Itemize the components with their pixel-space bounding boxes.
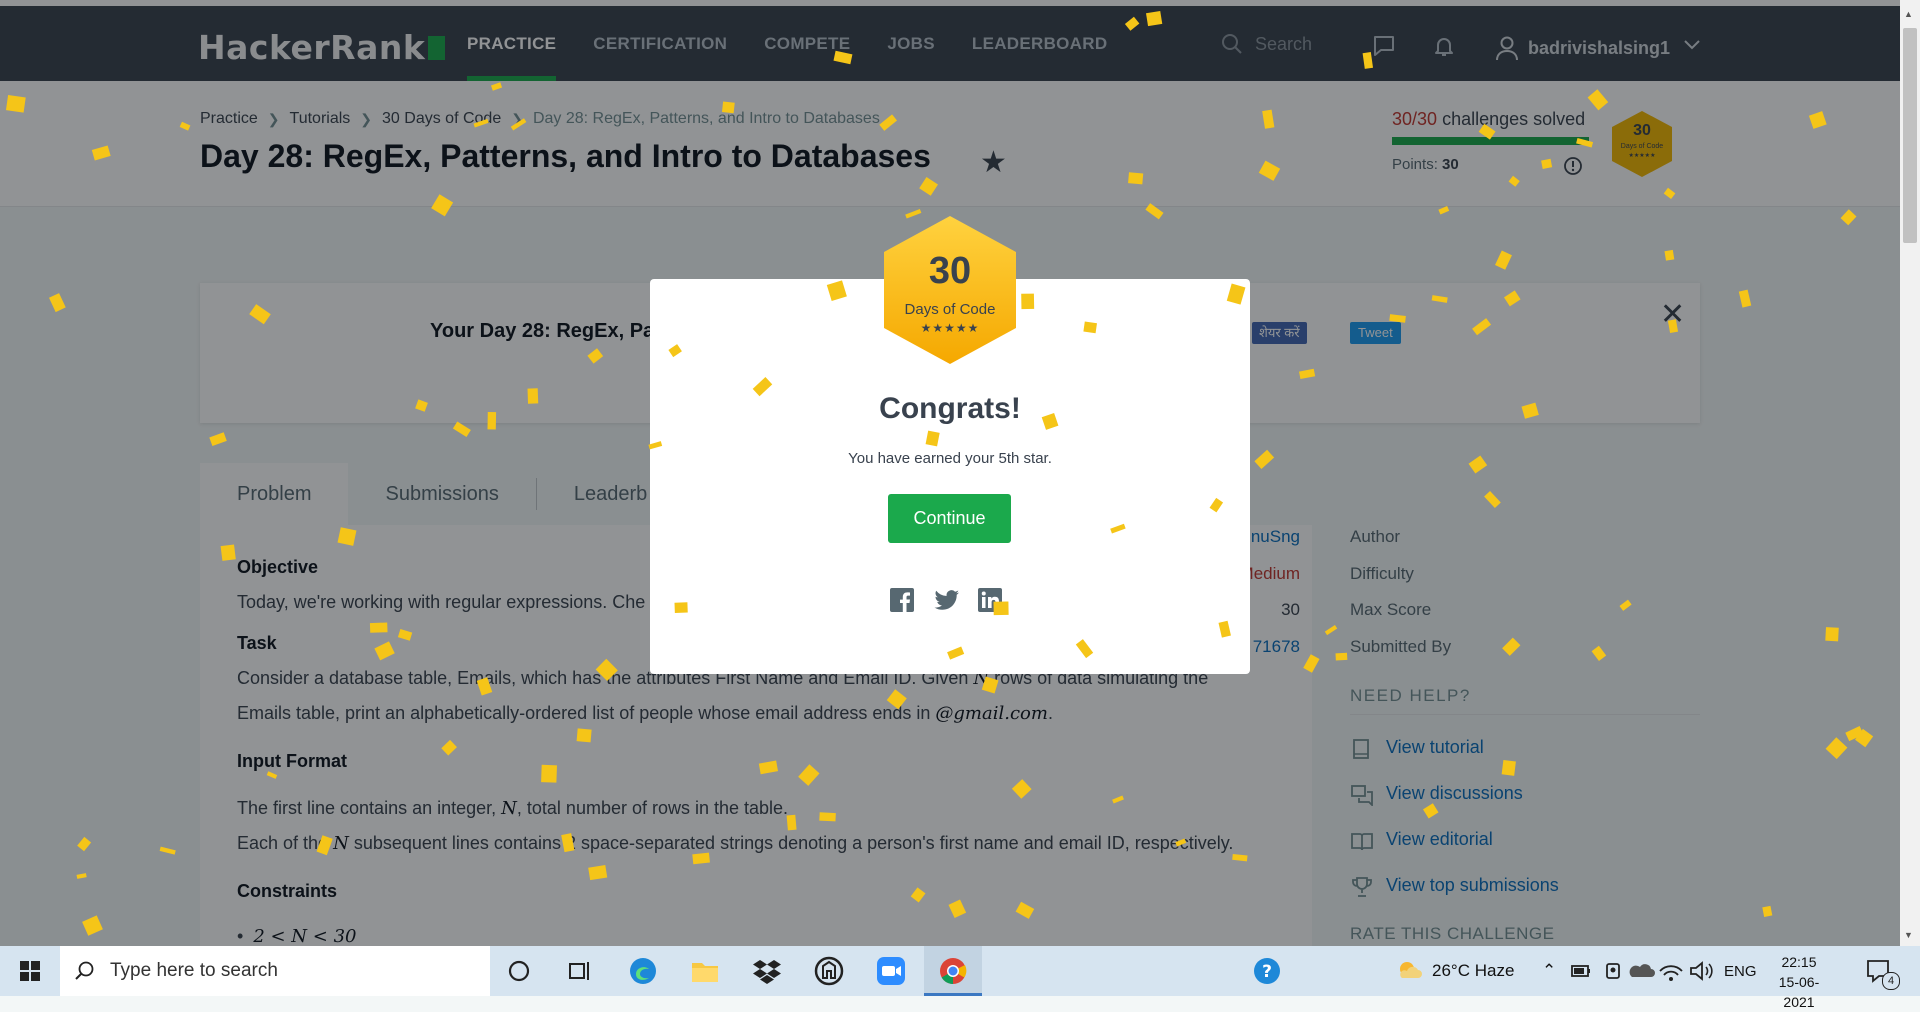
scrollbar-thumb[interactable]: [1903, 28, 1917, 243]
badge-stars: ★★★★★: [920, 321, 980, 335]
browser-viewport: HackerRank PRACTICE CERTIFICATION COMPET…: [0, 0, 1900, 946]
windows-start-icon[interactable]: [0, 946, 60, 996]
linkedin-icon[interactable]: [978, 588, 1002, 612]
notification-count-badge: 4: [1882, 972, 1900, 990]
meet-icon[interactable]: [1598, 956, 1628, 986]
badge-number: 30: [928, 250, 972, 292]
app-icon[interactable]: [814, 956, 844, 986]
scroll-up-icon[interactable]: ▲: [1904, 9, 1913, 19]
twitter-icon[interactable]: [934, 588, 960, 612]
badge-text: Days of Code: [904, 301, 996, 318]
weather-icon: [1400, 962, 1422, 978]
taskbar-search-placeholder: Type here to search: [110, 960, 278, 981]
congrats-message: You have earned your 5th star.: [848, 450, 1052, 467]
search-icon: [75, 961, 94, 980]
zoom-icon[interactable]: [876, 956, 906, 986]
help-icon[interactable]: ?: [1252, 956, 1282, 986]
clock-date: 15-06-2021: [1778, 974, 1820, 1010]
wifi-icon[interactable]: [1656, 956, 1686, 986]
task-view-icon[interactable]: [565, 956, 595, 986]
dropbox-icon[interactable]: [752, 956, 782, 986]
svg-text:?: ?: [1262, 962, 1272, 982]
weather-text[interactable]: 26°C Haze: [1432, 961, 1514, 981]
battery-icon[interactable]: [1566, 956, 1596, 986]
taskbar-search-input[interactable]: Type here to search: [60, 946, 490, 996]
cortana-icon[interactable]: [504, 956, 534, 986]
congrats-heading: Congrats!: [879, 392, 1021, 425]
facebook-icon[interactable]: [890, 588, 914, 612]
file-explorer-icon[interactable]: [690, 956, 720, 986]
windows-taskbar: Type here to search ? 26°C Haze ⌃ ENG 22…: [0, 946, 1920, 1010]
days-of-code-badge: 30 Days of Code ★★★★★: [880, 214, 1020, 366]
system-clock[interactable]: 22:15 15-06-2021: [1764, 952, 1834, 1012]
continue-button[interactable]: Continue: [888, 494, 1011, 543]
edge-icon[interactable]: [628, 956, 658, 986]
language-indicator[interactable]: ENG: [1724, 963, 1757, 980]
chrome-icon[interactable]: [938, 956, 968, 986]
onedrive-icon[interactable]: [1626, 956, 1656, 986]
volume-icon[interactable]: [1686, 956, 1716, 986]
chevron-up-icon[interactable]: ⌃: [1542, 961, 1556, 981]
scroll-down-icon[interactable]: ▼: [1904, 930, 1913, 940]
clock-time: 22:15: [1781, 954, 1817, 970]
